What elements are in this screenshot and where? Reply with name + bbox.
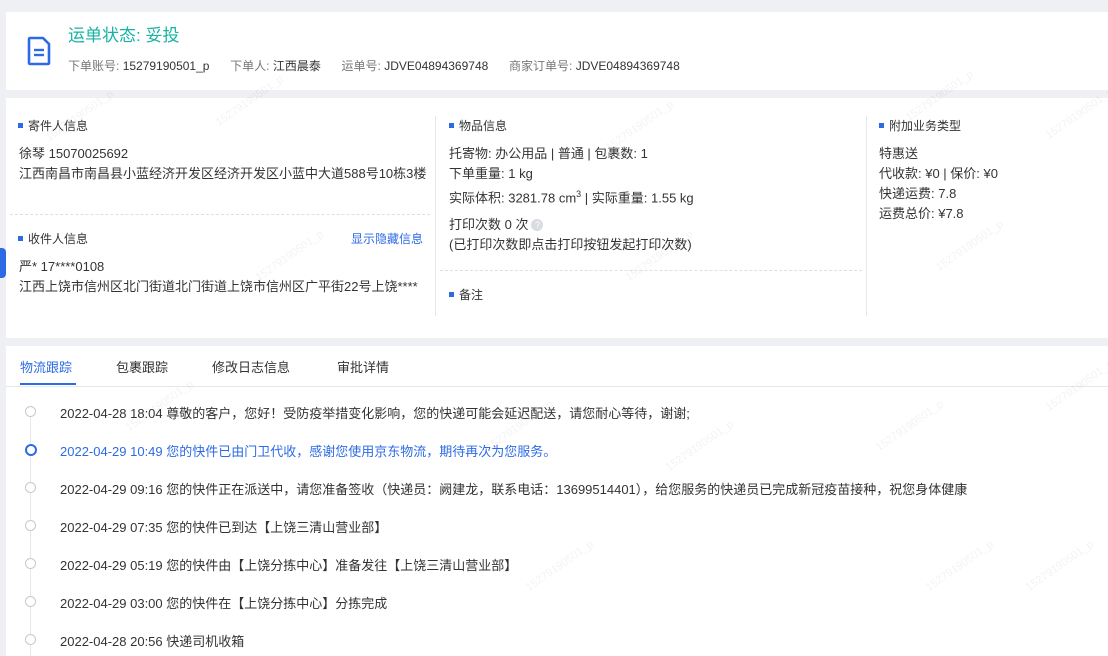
timeline-entry-text: 2022-04-28 20:56 快递司机收箱 xyxy=(60,634,245,649)
addon-section-title: 附加业务类型 xyxy=(879,117,961,134)
column-divider xyxy=(435,116,436,316)
timeline-dot-icon xyxy=(25,558,36,569)
merchant-order-value: JDVE04894369748 xyxy=(575,59,680,73)
receiver-address: 江西上饶市信州区北门街道北门街道上饶市信州区广平街22号上饶**** xyxy=(19,279,418,294)
help-icon[interactable]: ? xyxy=(531,219,544,231)
waybill-status: 运单状态: 妥投 xyxy=(68,26,180,45)
divider xyxy=(440,270,862,271)
section-marker-icon xyxy=(449,292,454,297)
sender-title-text: 寄件人信息 xyxy=(28,119,89,133)
tab-change-log[interactable]: 修改日志信息 xyxy=(212,357,290,376)
waybill-header: 运单状态: 妥投 下单账号: 15279190501_p 下单人: 江西晨泰 运… xyxy=(6,12,1108,90)
timeline-entry: 2022-04-29 03:00 您的快件在【上饶分拣中心】分拣完成 xyxy=(6,593,1108,613)
orderer-label: 下单人: xyxy=(230,59,270,73)
timeline-entry: 2022-04-28 20:56 快递司机收箱 xyxy=(6,631,1108,651)
timeline-dot-icon xyxy=(25,520,36,531)
shipment-info-panel: 寄件人信息 徐琴 15070025692 江西南昌市南昌县小蓝经济开发区经济开发… xyxy=(6,98,1108,338)
receiver-name-phone: 严* 17****0108 xyxy=(19,259,105,274)
merchant-order-label: 商家订单号: xyxy=(509,59,573,73)
order-account-value: 15279190501_p xyxy=(122,59,210,73)
cod-insurance: 代收款: ¥0 | 保价: ¥0 xyxy=(879,166,998,181)
timeline-entry-text: 2022-04-29 10:49 您的快件已由门卫代收，感谢您使用京东物流，期待… xyxy=(60,444,557,459)
timeline-entry: 2022-04-29 10:49 您的快件已由门卫代收，感谢您使用京东物流，期待… xyxy=(6,441,1108,461)
timeline-entry-text: 2022-04-29 09:16 您的快件正在派送中，请您准备签收（快递员：阙建… xyxy=(60,482,968,497)
section-marker-icon xyxy=(879,123,884,128)
tab-package-tracking[interactable]: 包裹跟踪 xyxy=(116,357,168,376)
goods-section-title: 物品信息 xyxy=(449,117,507,134)
goods-title-text: 物品信息 xyxy=(459,119,508,133)
timeline-current-dot-icon xyxy=(25,444,37,456)
addon-title-text: 附加业务类型 xyxy=(889,119,962,133)
divider xyxy=(10,214,430,215)
goods-type-line: 托寄物: 办公用品 | 普通 | 包裹数: 1 xyxy=(449,146,648,161)
timeline-dot-icon xyxy=(25,634,36,645)
side-drawer-handle[interactable] xyxy=(0,248,6,278)
print-count-note: (已打印次数即点击打印按钮发起打印次数) xyxy=(449,237,692,252)
waybill-label: 运单号: xyxy=(341,59,381,73)
print-count: 打印次数 0 次? xyxy=(449,217,544,233)
print-count-text: 打印次数 0 次 xyxy=(449,217,529,232)
timeline-entry: 2022-04-29 07:35 您的快件已到达【上饶三清山营业部】 xyxy=(6,517,1108,537)
orderer-value: 江西晨泰 xyxy=(272,59,321,73)
order-weight: 下单重量: 1 kg xyxy=(449,166,533,181)
waybill-value: JDVE04894369748 xyxy=(384,59,489,73)
actual-weight: | 实际重量: 1.55 kg xyxy=(581,190,694,206)
tracking-panel: 物流跟踪 包裹跟踪 修改日志信息 审批详情 2022-04-28 18:04 尊… xyxy=(6,346,1108,656)
total-freight: 运费总价: ¥7.8 xyxy=(879,206,964,221)
tab-approval-details[interactable]: 审批详情 xyxy=(337,357,389,376)
express-freight: 快递运费: 7.8 xyxy=(879,186,957,201)
order-account-label: 下单账号: xyxy=(68,59,120,73)
remark-title-text: 备注 xyxy=(459,288,484,302)
service-type: 特惠送 xyxy=(879,146,919,161)
section-marker-icon xyxy=(449,123,454,128)
section-marker-icon xyxy=(18,236,23,241)
volume-weight-line: 实际体积: 3281.78 cm3 | 实际重量: 1.55 kg xyxy=(449,186,694,206)
timeline-dot-icon xyxy=(25,596,36,607)
column-divider xyxy=(866,116,867,316)
timeline-dot-icon xyxy=(25,406,36,417)
document-icon xyxy=(27,36,51,66)
tab-logistics-tracking[interactable]: 物流跟踪 xyxy=(20,357,72,376)
timeline-entry: 2022-04-28 18:04 尊敬的客户，您好！受防疫举措变化影响，您的快递… xyxy=(6,403,1108,423)
sender-section-title: 寄件人信息 xyxy=(18,117,88,134)
tab-bar: 物流跟踪 包裹跟踪 修改日志信息 审批详情 xyxy=(6,346,1108,387)
timeline-entry-text: 2022-04-29 03:00 您的快件在【上饶分拣中心】分拣完成 xyxy=(60,596,388,611)
sender-name-phone: 徐琴 15070025692 xyxy=(19,146,129,161)
timeline-entry-text: 2022-04-29 05:19 您的快件由【上饶分拣中心】准备发往【上饶三清山… xyxy=(60,558,518,573)
receiver-section-title: 收件人信息 xyxy=(18,230,88,247)
timeline-entry-text: 2022-04-29 07:35 您的快件已到达【上饶三清山营业部】 xyxy=(60,520,388,535)
sender-address: 江西南昌市南昌县小蓝经济开发区经济开发区小蓝中大道588号10栋3楼 xyxy=(19,166,427,181)
timeline-entry-text: 2022-04-28 18:04 尊敬的客户，您好！受防疫举措变化影响，您的快递… xyxy=(60,406,690,421)
show-hidden-info-link[interactable]: 显示隐藏信息 xyxy=(351,230,423,247)
timeline-entry: 2022-04-29 05:19 您的快件由【上饶分拣中心】准备发往【上饶三清山… xyxy=(6,555,1108,575)
remark-section-title: 备注 xyxy=(449,286,483,303)
actual-volume: 实际体积: 3281.78 cm xyxy=(449,190,577,206)
timeline-dot-icon xyxy=(25,482,36,493)
active-tab-indicator xyxy=(20,383,76,385)
section-marker-icon xyxy=(18,123,23,128)
order-meta: 下单账号: 15279190501_p 下单人: 江西晨泰 运单号: JDVE0… xyxy=(68,57,680,74)
receiver-title-text: 收件人信息 xyxy=(28,232,89,246)
timeline-entry: 2022-04-29 09:16 您的快件正在派送中，请您准备签收（快递员：阙建… xyxy=(6,479,1108,499)
